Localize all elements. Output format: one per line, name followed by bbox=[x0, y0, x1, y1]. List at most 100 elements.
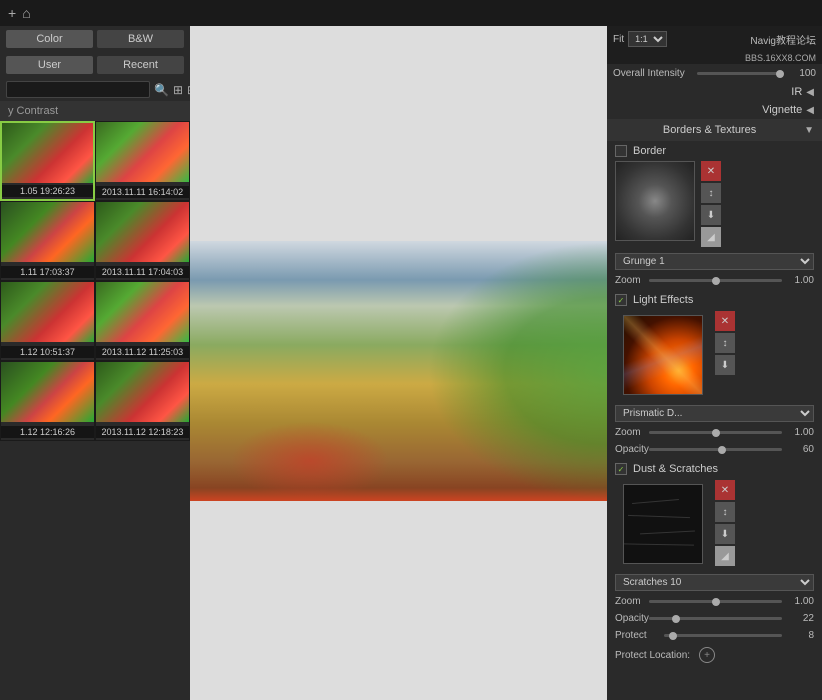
thumb-label: 1.12 10:51:37 bbox=[1, 346, 94, 358]
list-item[interactable]: 1.12 12:16:26 bbox=[0, 361, 95, 441]
protect-slider[interactable] bbox=[664, 634, 782, 637]
dust-scratches-checkbox[interactable] bbox=[615, 463, 627, 475]
dust-zoom-row: Zoom 1.00 bbox=[607, 593, 822, 610]
border-texture-preview bbox=[615, 161, 695, 241]
light-zoom-slider[interactable] bbox=[649, 431, 782, 434]
light-side-buttons: ✕ ↕ ⬇ bbox=[715, 311, 735, 375]
border-label: Border bbox=[633, 145, 666, 157]
border-checkbox-row: Border bbox=[607, 141, 822, 161]
scratches-diagonal-button[interactable]: ◢ bbox=[715, 546, 735, 566]
scratches-move-up-button[interactable]: ↕ bbox=[715, 502, 735, 522]
light-effects-checkbox[interactable] bbox=[615, 294, 627, 306]
borders-collapse-icon[interactable]: ▼ bbox=[804, 125, 814, 136]
light-effects-section: Light Effects ✕ ↕ ⬇ Prismatic D... Zoom bbox=[607, 289, 822, 458]
thumb-row-2: 1.11 17:03:37 2013.11.11 17:04:03 bbox=[0, 201, 190, 281]
canvas-top-white bbox=[190, 26, 607, 241]
thumb-image bbox=[1, 282, 94, 342]
home-icon[interactable]: ⌂ bbox=[22, 5, 30, 21]
protect-location-label: Protect Location: bbox=[615, 650, 695, 661]
list-item[interactable]: 1.12 10:51:37 bbox=[0, 281, 95, 361]
scratches-preview-row: ✕ ↕ ⬇ ◢ bbox=[607, 480, 822, 572]
list-item[interactable]: 1.11 17:03:37 bbox=[0, 201, 95, 281]
prismatic-dropdown-row: Prismatic D... bbox=[607, 403, 822, 424]
protect-location-target[interactable] bbox=[699, 647, 715, 663]
thumb-label: 2013.11.12 11:25:03 bbox=[96, 346, 189, 358]
light-zoom-value: 1.00 bbox=[786, 427, 814, 438]
borders-textures-label: Borders & Textures bbox=[615, 124, 804, 136]
border-move-down-button[interactable]: ⬇ bbox=[701, 205, 721, 225]
grunge-dropdown[interactable]: Grunge 1 bbox=[615, 253, 814, 270]
list-item[interactable]: 2013.11.12 12:18:23 bbox=[95, 361, 190, 441]
dust-scratches-label: Dust & Scratches bbox=[633, 463, 814, 475]
light-opacity-slider[interactable] bbox=[649, 448, 782, 451]
thumb-label: 1.12 12:16:26 bbox=[1, 426, 94, 438]
protect-location-row: Protect Location: bbox=[607, 644, 822, 666]
scratch-4 bbox=[624, 543, 694, 545]
main-layout: Color B&W User Recent 🔍 ⊞ ⊟ y Contrast 1… bbox=[0, 26, 822, 700]
overall-intensity-value: 100 bbox=[788, 68, 816, 79]
color-bw-tabs: Color B&W bbox=[0, 26, 190, 52]
grid-toggle-button[interactable]: ⊞ bbox=[173, 83, 183, 97]
scratches-preview bbox=[623, 484, 703, 564]
ir-label: IR bbox=[791, 86, 802, 98]
border-preview-container bbox=[615, 161, 695, 241]
scratches-move-down-button[interactable]: ⬇ bbox=[715, 524, 735, 544]
prismatic-dropdown[interactable]: Prismatic D... bbox=[615, 405, 814, 422]
light-opacity-row: Opacity 60 bbox=[607, 441, 822, 458]
list-item[interactable]: 1.05 19:26:23 bbox=[0, 121, 95, 201]
tab-bw[interactable]: B&W bbox=[97, 30, 184, 48]
tab-color[interactable]: Color bbox=[6, 30, 93, 48]
border-delete-button[interactable]: ✕ bbox=[701, 161, 721, 181]
search-input[interactable] bbox=[6, 81, 150, 98]
thumb-label: 2013.11.11 16:14:02 bbox=[96, 186, 189, 198]
fit-select[interactable]: 1:1 1:2 bbox=[628, 31, 667, 47]
dust-opacity-slider[interactable] bbox=[649, 617, 782, 620]
dust-zoom-slider[interactable] bbox=[649, 600, 782, 603]
light-zoom-label: Zoom bbox=[615, 427, 645, 438]
list-item[interactable]: 2013.11.11 17:04:03 bbox=[95, 201, 190, 281]
light-move-down-button[interactable]: ⬇ bbox=[715, 355, 735, 375]
light-effects-header[interactable]: Light Effects bbox=[607, 289, 822, 311]
border-preview-wrapper: ✕ ↕ ⬇ ◢ bbox=[607, 161, 822, 251]
light-opacity-value: 60 bbox=[786, 444, 814, 455]
bokeh-red-overlay bbox=[230, 421, 390, 501]
border-zoom-row: Zoom 1.00 bbox=[607, 272, 822, 289]
scratch-2 bbox=[628, 515, 690, 518]
thumb-image bbox=[2, 123, 93, 183]
add-icon[interactable]: + bbox=[8, 5, 16, 21]
light-rays-overlay bbox=[624, 316, 702, 394]
border-zoom-slider[interactable] bbox=[649, 279, 782, 282]
list-item[interactable]: 2013.11.11 16:14:02 bbox=[95, 121, 190, 201]
scratches-dropdown[interactable]: Scratches 10 bbox=[615, 574, 814, 591]
protect-value: 8 bbox=[786, 630, 814, 641]
thumbnails-grid: 1.05 19:26:23 2013.11.11 16:14:02 1.11 1… bbox=[0, 121, 190, 700]
overall-intensity-slider[interactable] bbox=[697, 72, 784, 75]
thumb-image bbox=[1, 202, 94, 262]
border-diagonal-button[interactable]: ◢ bbox=[701, 227, 721, 247]
scratches-dropdown-row: Scratches 10 bbox=[607, 572, 822, 593]
thumb-image bbox=[1, 362, 94, 422]
scratches-delete-button[interactable]: ✕ bbox=[715, 480, 735, 500]
border-checkbox[interactable] bbox=[615, 145, 627, 157]
light-move-up-button[interactable]: ↕ bbox=[715, 333, 735, 353]
tab-user[interactable]: User bbox=[6, 56, 93, 74]
thumb-image bbox=[96, 202, 189, 262]
overall-intensity-label: Overall Intensity bbox=[613, 68, 693, 79]
dust-scratches-header[interactable]: Dust & Scratches bbox=[607, 458, 822, 480]
border-move-up-button[interactable]: ↕ bbox=[701, 183, 721, 203]
ir-collapse-icon[interactable]: ◀ bbox=[806, 87, 814, 98]
list-item[interactable]: 2013.11.12 11:25:03 bbox=[95, 281, 190, 361]
fit-controls: Fit 1:1 1:2 bbox=[613, 31, 667, 47]
borders-textures-header[interactable]: Borders & Textures ▼ bbox=[607, 119, 822, 141]
light-opacity-label: Opacity bbox=[615, 444, 645, 455]
canvas-area bbox=[190, 26, 607, 700]
canvas-photo bbox=[190, 241, 607, 501]
dust-opacity-label: Opacity bbox=[615, 613, 645, 624]
ir-row: IR ◀ bbox=[607, 83, 822, 101]
dust-zoom-value: 1.00 bbox=[786, 596, 814, 607]
tab-recent[interactable]: Recent bbox=[97, 56, 184, 74]
light-delete-button[interactable]: ✕ bbox=[715, 311, 735, 331]
top-bar: + ⌂ bbox=[0, 0, 822, 26]
search-button[interactable]: 🔍 bbox=[154, 83, 169, 97]
vignette-collapse-icon[interactable]: ◀ bbox=[806, 105, 814, 116]
